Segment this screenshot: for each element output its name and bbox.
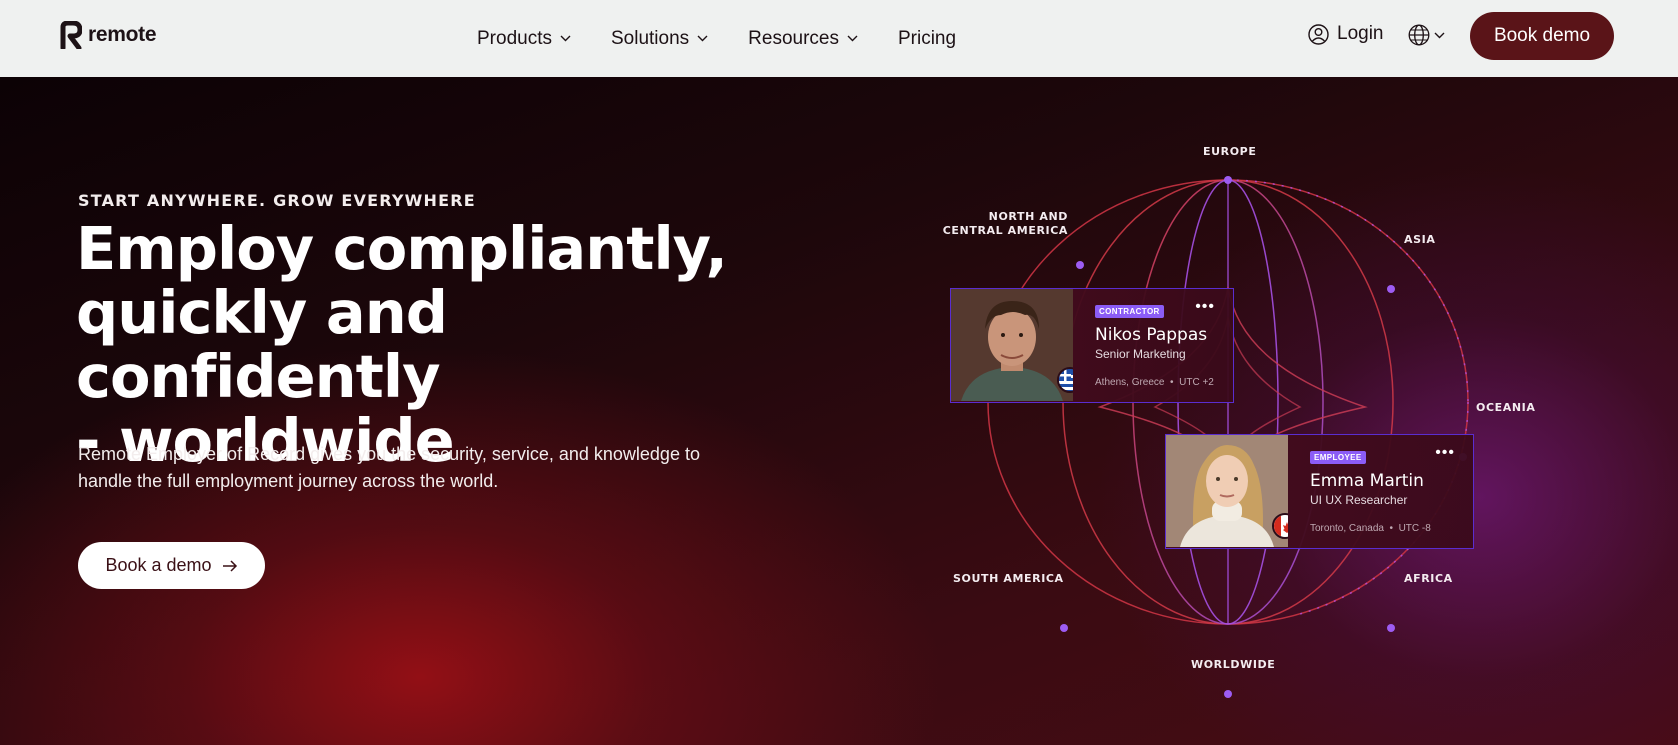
remote-logo[interactable]: remote <box>60 21 157 49</box>
chevron-down-icon <box>560 35 571 42</box>
card-location: Toronto, Canada • UTC -8 <box>1310 523 1431 534</box>
portrait-image <box>951 289 1073 401</box>
hero-eyebrow: START ANYWHERE. GROW EVERYWHERE <box>78 191 476 210</box>
avatar <box>1166 435 1288 547</box>
card-body: EMPLOYEE Emma Martin UI UX Researcher To… <box>1288 435 1473 548</box>
card-name: Emma Martin <box>1310 471 1424 491</box>
user-icon <box>1308 23 1329 45</box>
top-navigation: remote Products Solutions Resources Pric… <box>0 0 1678 77</box>
login-label: Login <box>1337 23 1384 44</box>
book-demo-button[interactable]: Book demo <box>1470 12 1614 60</box>
region-europe: EUROPE <box>1203 145 1257 158</box>
remote-logo-mark-icon <box>60 21 82 49</box>
chevron-down-icon <box>847 35 858 42</box>
nav-pricing[interactable]: Pricing <box>898 28 956 50</box>
card-role: UI UX Researcher <box>1310 493 1408 507</box>
nav-resources-label: Resources <box>748 27 839 49</box>
region-north-america: NORTH AND CENTRAL AMERICA <box>942 210 1068 237</box>
headline-line-1: Employ compliantly, <box>76 214 728 283</box>
nav-pricing-label: Pricing <box>897 27 957 49</box>
nav-products-label: Products <box>477 27 552 49</box>
nav-solutions[interactable]: Solutions <box>611 28 708 50</box>
role-badge: CONTRACTOR <box>1095 305 1164 318</box>
logo-text: remote <box>88 23 157 46</box>
chevron-down-icon <box>1434 32 1445 38</box>
region-south-america: SOUTH AMERICA <box>953 572 1064 585</box>
nav-solutions-label: Solutions <box>610 27 690 49</box>
region-africa: AFRICA <box>1404 572 1453 585</box>
headline-line-2: quickly and confidently <box>76 278 448 411</box>
nav-resources[interactable]: Resources <box>748 28 858 50</box>
login-link[interactable]: Login <box>1308 23 1384 45</box>
nav-links: Products Solutions Resources Pricing <box>477 0 956 77</box>
more-options-icon[interactable]: ••• <box>1195 299 1215 315</box>
chevron-down-icon <box>697 35 708 42</box>
language-selector[interactable] <box>1408 24 1445 46</box>
portrait-image <box>1166 435 1288 547</box>
region-asia: ASIA <box>1404 233 1436 246</box>
location-text: Toronto, Canada <box>1310 523 1384 534</box>
timezone-text: UTC -8 <box>1398 523 1431 534</box>
hero-section: START ANYWHERE. GROW EVERYWHERE Employ c… <box>0 77 1678 745</box>
card-body: CONTRACTOR Nikos Pappas Senior Marketing… <box>1073 289 1233 402</box>
book-a-demo-button[interactable]: Book a demo <box>78 542 265 589</box>
globe-icon <box>1408 24 1430 46</box>
card-location: Athens, Greece • UTC +2 <box>1095 377 1214 388</box>
location-text: Athens, Greece <box>1095 377 1165 388</box>
nav-products[interactable]: Products <box>477 28 571 50</box>
timezone-text: UTC +2 <box>1179 377 1214 388</box>
profile-card-contractor[interactable]: CONTRACTOR Nikos Pappas Senior Marketing… <box>950 288 1234 403</box>
arrow-right-icon <box>222 559 237 572</box>
hero-headline: Employ compliantly, quickly and confiden… <box>76 217 796 473</box>
avatar <box>951 289 1073 401</box>
cta-label: Book a demo <box>105 555 212 575</box>
more-options-icon[interactable]: ••• <box>1435 445 1455 461</box>
card-name: Nikos Pappas <box>1095 325 1208 345</box>
hero-subtext: Remote Employer of Record gives you the … <box>78 444 700 491</box>
card-role: Senior Marketing <box>1095 347 1186 361</box>
region-oceania: OCEANIA <box>1476 401 1536 414</box>
profile-card-employee[interactable]: EMPLOYEE Emma Martin UI UX Researcher To… <box>1165 434 1474 549</box>
region-worldwide: WORLDWIDE <box>1191 658 1276 671</box>
role-badge: EMPLOYEE <box>1310 451 1366 464</box>
